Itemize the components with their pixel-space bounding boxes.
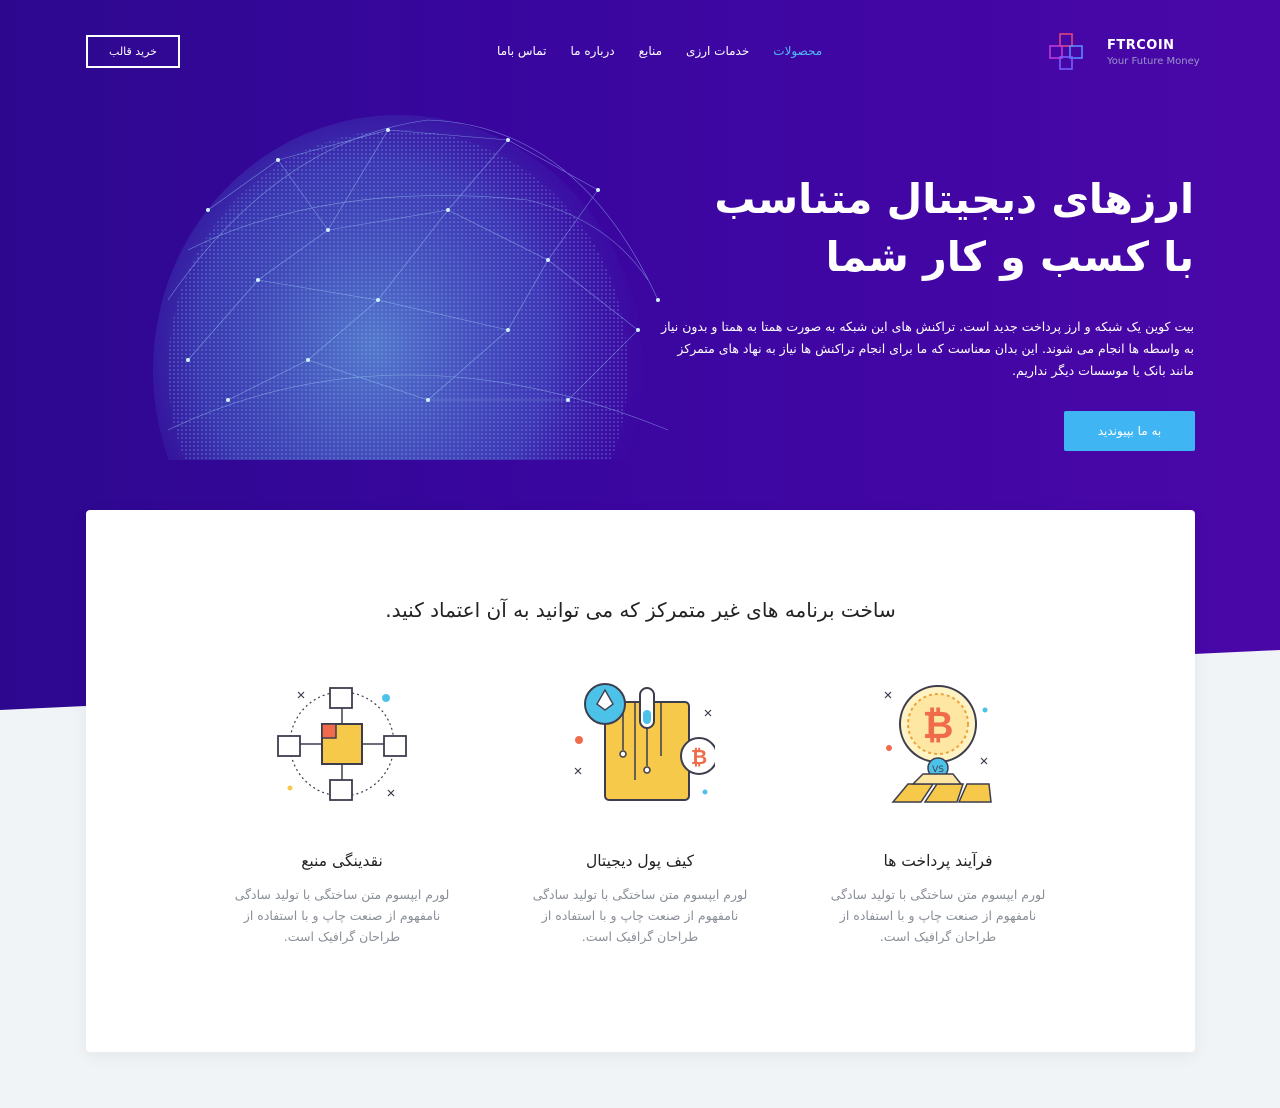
feature-description: لورم ایپسوم متن ساختگی با تولید سادگی نا… (532, 887, 748, 944)
nav-item-about[interactable]: درباره ما (558, 44, 626, 58)
nav-item-products[interactable]: محصولات (761, 44, 834, 58)
blockchain-network-icon (277, 687, 407, 801)
feature-payments: ₿ VS فرآیند پرداخت ها لورم ایپسوم متن سا… (808, 680, 1068, 947)
hero-description: بیت کوین یک شبکه و ارز پرداخت جدید است. … (661, 319, 1194, 378)
features-card: ساخت برنامه های غیر متمرکز که می توانید … (86, 510, 1195, 1052)
brand-tagline: Your Future Money (1107, 56, 1200, 67)
main-nav: محصولات خدمات ارزی منابع درباره ما تماس … (485, 44, 834, 58)
buy-template-button[interactable]: خرید قالب (86, 35, 180, 68)
nav-item-resources[interactable]: منابع (627, 44, 674, 58)
feature-title: نقدینگی منبع (301, 852, 383, 870)
join-us-button[interactable]: به ما بپیوندید (1064, 411, 1195, 451)
bitcoin-vs-gold-icon: ₿ VS (884, 685, 992, 803)
hero-title-line-1: ارزهای دیجیتال متناسب (714, 175, 1194, 223)
svg-text:₿: ₿ (923, 703, 954, 747)
crypto-wallet-icon: ₿ (574, 683, 715, 801)
hero-title: ارزهای دیجیتال متناسب با کسب و کار شما (674, 170, 1194, 286)
cube-logo-icon (1049, 33, 1083, 70)
svg-text:₿: ₿ (691, 745, 707, 769)
section-title: ساخت برنامه های غیر متمرکز که می توانید … (385, 598, 896, 622)
hero-title-line-2: با کسب و کار شما (825, 233, 1194, 281)
globe-network-illustration (153, 115, 669, 460)
feature-title: فرآیند پرداخت ها (883, 852, 993, 870)
nav-item-currency-services[interactable]: خدمات ارزی (674, 44, 761, 58)
feature-liquidity: نقدینگی منبع لورم ایپسوم متن ساختگی با ت… (212, 680, 472, 947)
nav-item-contact[interactable]: تماس باما (485, 44, 558, 58)
feature-digital-wallet: ₿ کیف پول دیجیتال لورم ایپسوم متن ساختگی… (510, 680, 770, 947)
brand-name: FTRCOIN (1107, 38, 1175, 53)
feature-description: لورم ایپسوم متن ساختگی با تولید سادگی نا… (830, 887, 1046, 944)
feature-title: کیف پول دیجیتال (585, 852, 695, 870)
feature-description: لورم ایپسوم متن ساختگی با تولید سادگی نا… (234, 887, 450, 944)
